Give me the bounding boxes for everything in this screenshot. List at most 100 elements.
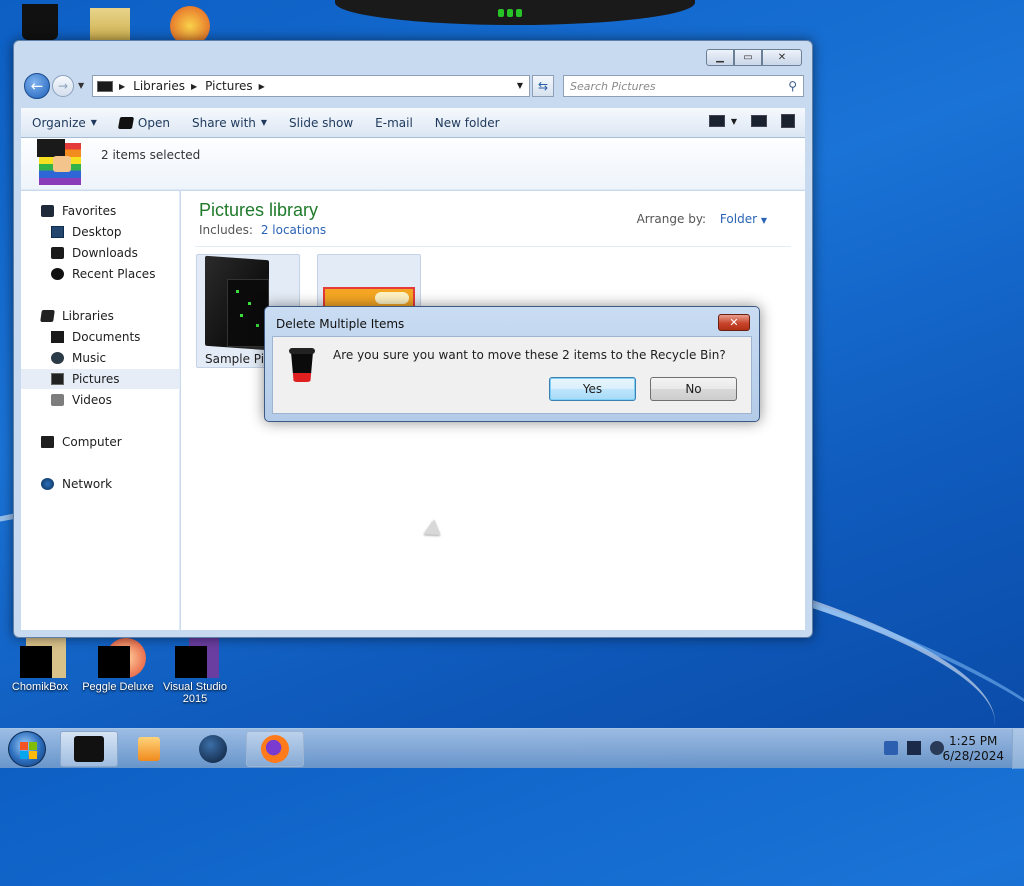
favorites-star-icon (41, 205, 54, 217)
new-folder-button[interactable]: New folder (424, 116, 511, 130)
back-arrow-icon: ← (30, 77, 44, 95)
breadcrumb-pictures[interactable]: Pictures (205, 79, 253, 93)
divider (195, 246, 791, 247)
music-icon (51, 352, 64, 364)
desktop-icon-recycle-bin[interactable] (0, 4, 80, 43)
chevron-down-icon: ▼ (90, 118, 97, 127)
nav-libraries[interactable]: Libraries (21, 306, 179, 326)
desktop-icon-label: Peggle Deluxe (82, 681, 154, 693)
refresh-button[interactable]: ⇆ (532, 75, 554, 97)
downloads-icon (51, 247, 64, 259)
chevron-down-icon: ▼ (260, 118, 268, 127)
breadcrumb-separator[interactable]: ▶ (119, 82, 125, 91)
nav-network[interactable]: Network (21, 474, 179, 494)
taskbar-firefox[interactable] (246, 731, 304, 767)
peggle-icon (98, 638, 146, 678)
search-icon[interactable]: ⚲ (788, 79, 797, 93)
email-button[interactable]: E-mail (364, 116, 424, 130)
nav-label: Recent Places (72, 267, 156, 281)
breadcrumb-libraries[interactable]: Libraries (133, 79, 185, 93)
open-button[interactable]: Open (108, 116, 181, 130)
desktop-icon-chomikbox[interactable]: ChomikBox (0, 638, 80, 693)
action-center-icon[interactable] (884, 741, 898, 755)
share-with-label: Share with (191, 115, 256, 130)
nav-label: Music (72, 351, 107, 365)
globe-icon (199, 735, 227, 763)
visual-studio-icon (175, 638, 219, 678)
back-button[interactable]: ← (24, 73, 50, 99)
nav-label: Libraries (62, 309, 114, 323)
close-icon: ✕ (729, 316, 739, 329)
email-label: E-mail (375, 115, 413, 130)
organize-label: Organize (32, 115, 86, 130)
nav-videos[interactable]: Videos (21, 390, 179, 410)
minimize-icon: ▁ (716, 52, 724, 63)
library-includes: Includes: 2 locations (199, 223, 326, 237)
nav-documents[interactable]: Documents (21, 327, 179, 347)
library-title-text: Pictures library (199, 200, 319, 220)
share-with-button[interactable]: Share with ▼ (181, 116, 278, 130)
nav-downloads[interactable]: Downloads (21, 243, 179, 263)
preview-pane-icon[interactable] (751, 115, 767, 127)
includes-label: Includes: (199, 223, 253, 237)
dialog-body: Are you sure you want to move these 2 it… (272, 336, 752, 414)
nav-desktop[interactable]: Desktop (21, 222, 179, 242)
network-icon (41, 478, 54, 490)
address-dropdown-icon[interactable]: ▼ (517, 81, 523, 90)
firefox-icon (261, 735, 289, 763)
nav-favorites[interactable]: Favorites (21, 201, 179, 221)
nav-label: Videos (72, 393, 112, 407)
clock[interactable]: 1:25 PM 6/28/2024 (942, 734, 1004, 764)
show-desktop-button[interactable] (1012, 729, 1024, 769)
taskbar-media-player[interactable] (120, 731, 178, 767)
desktop-icon (51, 226, 64, 238)
desktop-icon-peggle[interactable]: Peggle Deluxe (78, 638, 158, 693)
new-folder-label: New folder (434, 115, 500, 130)
change-view-icon[interactable] (708, 115, 725, 127)
nav-pictures[interactable]: Pictures (21, 369, 179, 389)
includes-locations-link[interactable]: 2 locations (261, 223, 326, 237)
nav-music[interactable]: Music (21, 348, 179, 368)
image-thumbnail (227, 279, 269, 347)
nav-computer[interactable]: Computer (21, 432, 179, 452)
taskbar-explorer[interactable] (60, 731, 118, 767)
maximize-button[interactable]: ▭ (734, 49, 762, 66)
address-bar[interactable]: ▶ Libraries ▶ Pictures ▶ ▼ (92, 75, 530, 97)
close-icon: ✕ (777, 52, 787, 63)
dialog-close-button[interactable]: ✕ (718, 314, 750, 331)
breadcrumb-separator[interactable]: ▶ (259, 82, 265, 91)
recent-pages-dropdown[interactable]: ▼ (78, 81, 84, 90)
slide-show-button[interactable]: Slide show (278, 116, 364, 130)
yes-button[interactable]: Yes (549, 377, 636, 401)
slide-show-label: Slide show (289, 115, 354, 130)
forward-button[interactable]: → (52, 75, 74, 97)
open-icon (117, 116, 134, 129)
minimize-button[interactable]: ▁ (706, 49, 734, 66)
window-close-button[interactable]: ✕ (762, 49, 802, 66)
media-player-icon (138, 737, 160, 761)
nav-recent-places[interactable]: Recent Places (21, 264, 179, 284)
computer-icon (41, 436, 54, 448)
selection-details: 2 items selected (21, 138, 805, 190)
desktop-icon-label-line2: 2015 (182, 693, 208, 705)
chevron-down-icon[interactable]: ▼ (731, 117, 737, 126)
arrange-by-dropdown[interactable]: Folder (720, 212, 757, 226)
desktop-icon-visual-studio[interactable]: Visual Studio 2015 (155, 638, 235, 705)
nav-label: Network (62, 477, 113, 491)
documents-icon (51, 331, 64, 343)
chevron-down-icon[interactable]: ▼ (761, 216, 767, 225)
selection-count: 2 items selected (101, 148, 201, 162)
no-button[interactable]: No (650, 377, 737, 401)
display-icon[interactable] (907, 741, 921, 755)
nav-label: Downloads (72, 246, 138, 260)
breadcrumb-separator[interactable]: ▶ (191, 82, 197, 91)
navigation-pane: Favorites Desktop Downloads Recent Place… (21, 191, 180, 630)
maximize-icon: ▭ (743, 52, 753, 63)
nav-label: Computer (62, 435, 122, 449)
organize-button[interactable]: Organize ▼ (21, 116, 108, 130)
start-button[interactable] (8, 731, 46, 767)
search-input[interactable] (564, 76, 774, 96)
help-icon[interactable] (781, 114, 795, 128)
taskbar-app[interactable] (184, 731, 242, 767)
system-tray (884, 741, 944, 755)
